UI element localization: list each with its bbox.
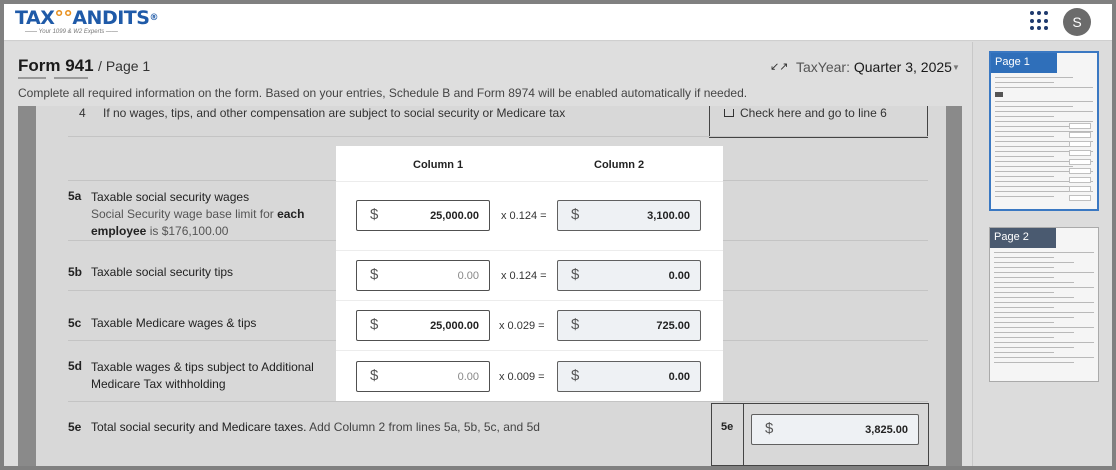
line-5c-column-1-input[interactable]: $ 25,000.00 — [356, 310, 490, 341]
checkbox[interactable] — [724, 109, 734, 117]
registered-mark: ® — [149, 13, 158, 23]
line-5e-cell: $ 3,825.00 — [743, 403, 929, 466]
title-underline — [18, 77, 46, 79]
line-5b-label: Taxable social security tips — [91, 265, 234, 279]
line-5a-label: Taxable social security wages Social Sec… — [91, 190, 305, 238]
computed-value: 3,100.00 — [647, 210, 690, 222]
line-number: 5e — [68, 420, 82, 434]
line-5e-total-field: $ 3,825.00 — [751, 414, 919, 445]
form-page-label: / Page 1 — [98, 58, 151, 74]
multiplier: x 0.009 = — [499, 371, 545, 383]
dollar-icon: $ — [571, 266, 580, 283]
taxyear-selector[interactable]: TaxYear: Quarter 3, 2025 — [796, 59, 952, 75]
column-2-header: Column 2 — [594, 159, 645, 171]
title-underline — [54, 77, 88, 79]
line-5b-column-1-input[interactable]: $ 0.00 — [356, 260, 490, 291]
form-instructions: Complete all required information on the… — [18, 86, 748, 100]
collapse-icon[interactable]: ↙↗ — [770, 60, 788, 73]
line-5a-column-1-input[interactable]: $ 25,000.00 — [356, 200, 490, 231]
line-5e-label: Total social security and Medicare taxes… — [91, 420, 540, 434]
dollar-icon: $ — [370, 316, 379, 333]
multiplier: x 0.124 = — [501, 270, 547, 282]
line-number: 5b — [68, 265, 83, 279]
line-number: 5c — [68, 316, 82, 330]
wage-base-note: Social Security wage base limit for each — [91, 207, 305, 221]
multiplier: x 0.124 = — [501, 210, 547, 222]
logo-text-tax: TAX — [15, 7, 55, 29]
line-5d-label: Taxable wages & tips subject to Addition… — [91, 360, 314, 391]
app-frame: TAX°°ANDITS® —— Your 1099 & W2 Experts —… — [4, 4, 1112, 466]
top-bar: TAX°°ANDITS® —— Your 1099 & W2 Experts —… — [4, 4, 1112, 41]
thumbnail-label: Page 1 — [991, 53, 1057, 73]
page-thumbnail-panel: Page 1 Page 2 — [972, 42, 1112, 466]
input-value: 25,000.00 — [430, 320, 479, 332]
dollar-icon: $ — [370, 266, 379, 283]
form-viewport: 4 If no wages, tips, and other compensat… — [18, 106, 962, 466]
computed-value: 3,825.00 — [865, 424, 908, 436]
column-1-header: Column 1 — [413, 159, 464, 171]
taxyear-label: TaxYear: — [796, 59, 850, 75]
input-value: 0.00 — [457, 371, 479, 383]
line-5c-column-2-field: $ 725.00 — [557, 310, 701, 341]
main-content: Form 941 / Page 1 ↙↗ TaxYear: Quarter 3,… — [4, 42, 972, 466]
dollar-icon: $ — [571, 367, 580, 384]
page-1-thumbnail[interactable]: Page 1 — [989, 51, 1099, 211]
form-sheet: 4 If no wages, tips, and other compensat… — [36, 106, 946, 466]
line-number: 5d — [68, 359, 83, 373]
taxbandits-logo[interactable]: TAX°°ANDITS® —— Your 1099 & W2 Experts —… — [15, 8, 158, 35]
computed-value: 725.00 — [656, 320, 690, 332]
input-value: 25,000.00 — [430, 210, 479, 222]
taxyear-value: Quarter 3, 2025 — [853, 59, 952, 75]
chevron-down-icon[interactable]: ▼ — [952, 63, 960, 72]
logo-tagline: —— Your 1099 & W2 Experts —— — [25, 29, 118, 35]
user-avatar[interactable]: S — [1063, 8, 1091, 36]
apps-grid-icon[interactable] — [1030, 11, 1050, 31]
line-4-label: If no wages, tips, and other compensatio… — [103, 106, 566, 120]
dollar-icon: $ — [765, 420, 774, 437]
owl-icon: °° — [54, 7, 73, 29]
line-5c-label: Taxable Medicare wages & tips — [91, 316, 257, 330]
line-5d-column-2-field: $ 0.00 — [557, 361, 701, 392]
line-5b-column-2-field: $ 0.00 — [557, 260, 701, 291]
form-title: Form 941 — [18, 56, 94, 75]
line-number: 4 — [79, 106, 86, 120]
thumbnail-label: Page 2 — [990, 228, 1056, 248]
line-5e-box-label: 5e — [711, 403, 744, 466]
computed-value: 0.00 — [668, 371, 690, 383]
page-2-thumbnail[interactable]: Page 2 — [989, 227, 1099, 382]
line-4-check-label: Check here and go to line 6 — [740, 106, 887, 120]
column-highlight-panel: Column 1 Column 2 $ 25,000.00 x 0.124 = … — [336, 146, 723, 402]
line-5d-column-1-input[interactable]: $ 0.00 — [356, 361, 490, 392]
dollar-icon: $ — [370, 206, 379, 223]
dollar-icon: $ — [370, 367, 379, 384]
line-5a-column-2-field: $ 3,100.00 — [557, 200, 701, 231]
dollar-icon: $ — [571, 316, 580, 333]
dollar-icon: $ — [571, 206, 580, 223]
logo-text-andits: ANDITS — [72, 7, 150, 29]
computed-value: 0.00 — [668, 270, 690, 282]
page-title: Form 941 / Page 1 — [18, 56, 150, 76]
line-number: 5a — [68, 189, 82, 203]
multiplier: x 0.029 = — [499, 320, 545, 332]
line-4-checkbox-cell[interactable]: Check here and go to line 6 — [709, 106, 928, 138]
input-value: 0.00 — [457, 270, 479, 282]
